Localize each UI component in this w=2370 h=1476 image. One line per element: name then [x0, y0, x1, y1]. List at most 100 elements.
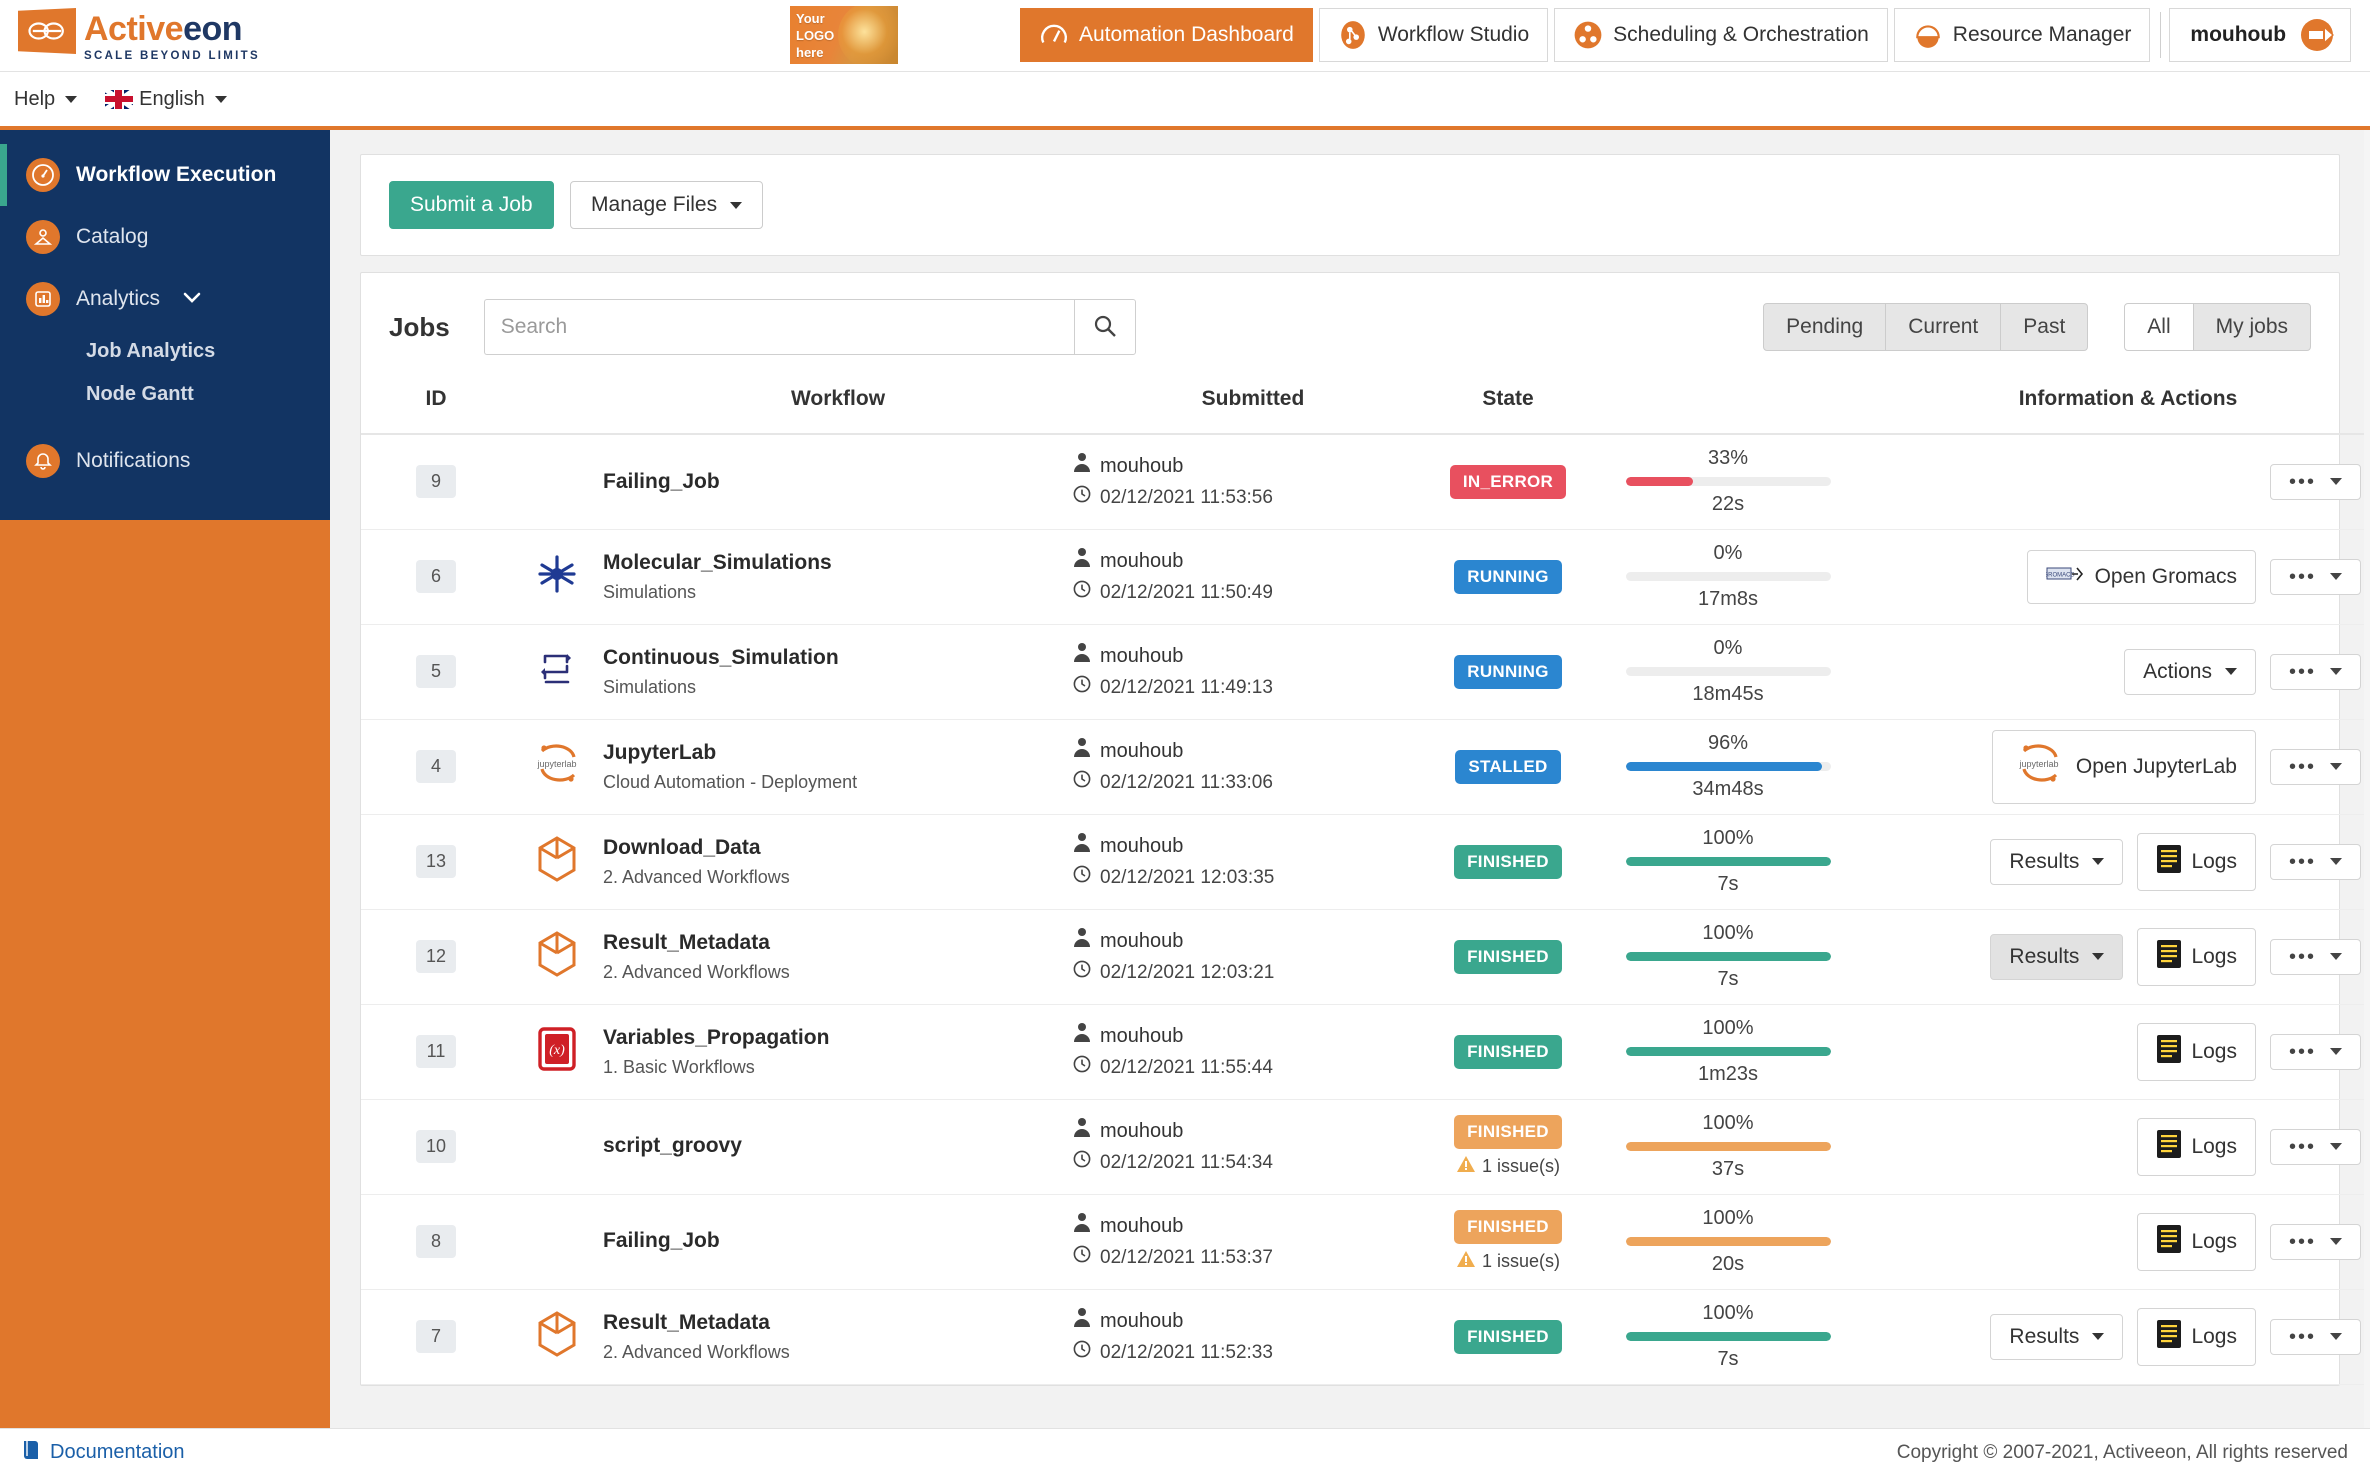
filter-all[interactable]: All [2124, 303, 2194, 351]
sidebar-item-label: Catalog [76, 225, 149, 248]
progress-bar-fill [1625, 1332, 1831, 1341]
sidebar-item-notifications[interactable]: Notifications [0, 430, 330, 492]
chevron-down-icon [2092, 953, 2105, 960]
clock-icon [1073, 484, 1091, 513]
logs-button[interactable]: Logs [2137, 1212, 2256, 1271]
table-row[interactable]: 13 Download_Data 2. Advanced Workflows mouh… [361, 814, 2370, 910]
sidebar-item-job-analytics[interactable]: Job Analytics [0, 330, 330, 373]
search-button[interactable] [1073, 299, 1136, 355]
progress-bar [1625, 762, 1831, 771]
table-row[interactable]: 10 script_groovy mouhoub 02/12/2021 11:54:3… [361, 1099, 2370, 1195]
actions-button[interactable]: Actions [2124, 648, 2256, 695]
table-row[interactable]: 5 Continuous_Simulation Simulations mouhoub… [361, 624, 2370, 720]
logs-button[interactable]: Logs [2137, 1307, 2256, 1366]
more-actions-button[interactable]: ••• [2269, 1033, 2361, 1070]
logs-icon [2156, 939, 2182, 975]
tab-scheduling-orchestration[interactable]: Scheduling & Orchestration [1554, 8, 1888, 62]
logs-button[interactable]: Logs [2137, 1117, 2256, 1176]
cell-workflow: Failing_Job [603, 1194, 1073, 1290]
main-content: Submit a Job Manage Files Jobs Pending C… [330, 130, 2370, 1428]
submitted-user-label: mouhoub [1100, 644, 1184, 667]
table-row[interactable]: 9 Failing_Job mouhoub 02/12/2021 11:53:56 IN… [361, 434, 2370, 530]
cell-workflow: Variables_Propagation 1. Basic Workflows [603, 1004, 1073, 1100]
speedometer-icon [1039, 20, 1069, 50]
sidebar-item-node-gantt[interactable]: Node Gantt [0, 373, 330, 416]
documentation-link[interactable]: Documentation [22, 1439, 185, 1467]
jobs-table-body: 9 Failing_Job mouhoub 02/12/2021 11:53:56 IN… [361, 434, 2370, 1385]
filter-my-jobs[interactable]: My jobs [2192, 303, 2311, 351]
user-name: mouhoub [2190, 23, 2287, 46]
cell-state: RUNNING [1433, 624, 1583, 720]
table-row[interactable]: 8 Failing_Job mouhoub 02/12/2021 11:53:37 FI… [361, 1194, 2370, 1290]
more-actions-button[interactable]: ••• [2269, 1223, 2361, 1260]
table-row[interactable]: 11 (x) Variables_Propagation 1. Basic Workf… [361, 1004, 2370, 1100]
cell-workflow-icon-empty [511, 434, 603, 530]
cell-state: FINISHED 1 issue(s) [1433, 1099, 1583, 1195]
issues-indicator: 1 issue(s) [1433, 1155, 1583, 1178]
search-input[interactable] [483, 299, 1074, 355]
tab-automation-dashboard[interactable]: Automation Dashboard [1020, 8, 1313, 62]
results-button[interactable]: Results [1990, 1313, 2124, 1360]
table-row[interactable]: 7 Result_Metadata 2. Advanced Workflows mou… [361, 1289, 2370, 1385]
logs-icon [2156, 844, 2182, 880]
more-actions-button[interactable]: ••• [2269, 843, 2361, 880]
logs-button[interactable]: Logs [2137, 927, 2256, 986]
more-actions-button[interactable]: ••• [2269, 558, 2361, 595]
cell-id: 13 [361, 814, 511, 910]
submitted-user: mouhoub [1073, 1116, 1433, 1146]
vertical-scrollbar[interactable] [2364, 130, 2370, 1428]
progress-bar [1625, 1142, 1831, 1151]
submitted-time-label: 02/12/2021 11:33:06 [1100, 771, 1273, 793]
filter-past[interactable]: Past [2000, 303, 2089, 351]
banner-line-3: here [796, 45, 824, 60]
filter-current[interactable]: Current [1885, 303, 2002, 351]
more-actions-button[interactable]: ••• [2269, 463, 2361, 500]
progress-percent: 100% [1702, 1017, 1754, 1039]
cell-workflow: Failing_Job [603, 434, 1073, 530]
open-gromacs-button[interactable]: GROMACS Open Gromacs [2026, 549, 2256, 604]
job-id-badge: 10 [415, 1130, 457, 1163]
progress-percent: 100% [1702, 922, 1754, 944]
manage-files-button[interactable]: Manage Files [570, 181, 764, 229]
job-id-badge: 11 [416, 1035, 456, 1068]
logs-button[interactable]: Logs [2137, 832, 2256, 891]
status-badge: FINISHED [1454, 844, 1562, 879]
cell-workflow: Molecular_Simulations Simulations [603, 529, 1073, 625]
cell-state: FINISHED [1433, 1004, 1583, 1100]
activeeon-mark-icon [18, 8, 76, 54]
status-badge: IN_ERROR [1449, 464, 1567, 499]
sidebar-item-workflow-execution[interactable]: Workflow Execution [0, 144, 330, 206]
submitted-user-label: mouhoub [1100, 739, 1184, 762]
help-menu[interactable]: Help [14, 88, 78, 111]
sidebar-item-catalog[interactable]: Catalog [0, 206, 330, 268]
more-actions-button[interactable]: ••• [2269, 1318, 2361, 1355]
filter-pending[interactable]: Pending [1763, 303, 1887, 351]
table-row[interactable]: 12 Result_Metadata 2. Advanced Workflows mo… [361, 909, 2370, 1005]
progress-bar-fill [1625, 1047, 1831, 1056]
cell-progress: 100% 1m23s [1583, 1004, 1873, 1100]
user-menu-button[interactable]: mouhoub [2169, 8, 2352, 62]
warning-icon [1456, 1155, 1476, 1178]
more-actions-button[interactable]: ••• [2269, 1128, 2361, 1165]
actions-group: Logs ••• [1873, 1117, 2370, 1176]
results-button[interactable]: Results [1990, 838, 2124, 885]
submit-a-job-button[interactable]: Submit a Job [389, 181, 554, 229]
more-actions-button[interactable]: ••• [2269, 938, 2361, 975]
tab-resource-manager[interactable]: Resource Manager [1893, 8, 2151, 62]
results-button[interactable]: Results [1990, 933, 2124, 980]
tab-workflow-studio[interactable]: Workflow Studio [1318, 8, 1549, 62]
table-row[interactable]: 4 jupyterlab JupyterLab Cloud Automation - … [361, 719, 2370, 815]
documentation-label: Documentation [50, 1441, 185, 1463]
open-jupyterlab-button[interactable]: jupyterlab Open JupyterLab [1991, 729, 2256, 804]
cell-submitted: mouhoub 02/12/2021 11:49:13 [1073, 624, 1433, 720]
more-actions-button[interactable]: ••• [2269, 748, 2361, 785]
cell-progress: 33% 22s [1583, 434, 1873, 530]
language-menu[interactable]: English [105, 88, 227, 111]
status-badge: STALLED [1455, 749, 1561, 784]
brand-logo[interactable]: Activeeon SCALE BEYOND LIMITS [18, 8, 260, 62]
table-row[interactable]: 6 Molecular_Simulations Simulations mouhoub… [361, 529, 2370, 625]
sidebar-item-analytics[interactable]: Analytics [0, 268, 330, 330]
cell-progress: 0% 17m8s [1583, 529, 1873, 625]
logs-button[interactable]: Logs [2137, 1022, 2256, 1081]
more-actions-button[interactable]: ••• [2269, 653, 2361, 690]
